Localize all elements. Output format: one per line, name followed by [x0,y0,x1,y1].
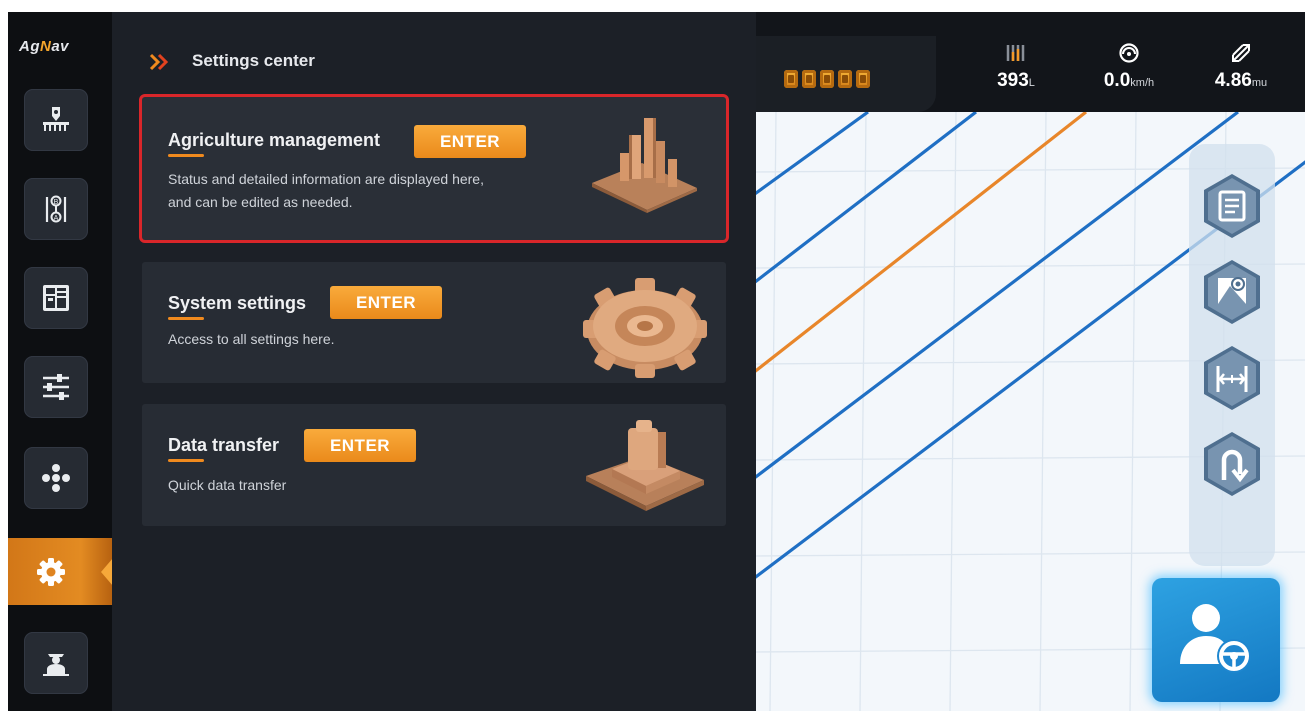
status-bar: 393L 0.0km/h 4.86mu [756,12,1305,112]
operator-icon [43,654,69,676]
satellite-icon [42,464,70,492]
settings-panel: Settings center Agriculture management E… [112,12,756,711]
card-title: System settings [168,293,306,320]
agnav-logo: AgNav [19,38,70,55]
gear-icon [37,558,65,586]
sliders-icon [43,374,69,400]
driver-steering-icon [1180,604,1251,673]
sidebar-item-operator[interactable] [24,632,88,694]
implement-width-icon[interactable] [1200,342,1264,414]
card-description: Status and detailed information are disp… [168,171,484,210]
gear-3d-icon [583,278,707,378]
data-transfer-3d-icon [586,420,704,511]
enter-button-system[interactable]: ENTER [330,286,442,319]
sidebar-item-implement[interactable] [24,89,88,151]
svg-text:A: A [54,215,59,222]
sidebar-item-satellite[interactable] [24,447,88,509]
tank-level-icon [1006,45,1025,61]
enter-button-data-transfer[interactable]: ENTER [304,429,416,462]
enter-button-agriculture[interactable]: ENTER [414,125,526,158]
card-description: Access to all settings here. [168,331,335,347]
sidebar-item-adjustments[interactable] [24,356,88,418]
guidance-lines-icon: B A [45,195,67,223]
sidebar-item-settings[interactable] [8,538,113,605]
implement-icon [43,107,69,131]
map-tool-rail [1189,144,1275,566]
map-location-icon[interactable] [1200,256,1264,328]
gps-signal-indicator [838,70,852,88]
guidance-line [756,112,869,196]
card-agriculture-management[interactable]: Agriculture management ENTER Status and … [142,97,726,240]
card-system-settings[interactable]: System settings ENTER Access to all sett… [142,262,726,383]
gps-signal-indicator [802,70,816,88]
card-title: Agriculture management [168,130,380,157]
double-chevron-icon [149,53,169,71]
tank-level-stat: 393L [981,42,1051,92]
screen: AgNav B A Settings center Agriculture ma… [8,12,1305,711]
field-grid-icon [43,285,69,311]
area-icon [1232,44,1250,62]
sidebar-item-fields[interactable] [24,267,88,329]
gps-signal-indicator [784,70,798,88]
card-data-transfer[interactable]: Data transfer ENTER Quick data transfer [142,404,726,526]
card-description: Quick data transfer [168,477,287,493]
card-title: Data transfer [168,435,279,462]
area-stat: 4.86mu [1200,42,1282,92]
sidebar-item-guidance[interactable]: B A [24,178,88,240]
speedometer-icon [1119,43,1139,63]
page-title: Settings center [192,51,315,70]
gps-signal-indicator [856,70,870,88]
speed-stat: 0.0km/h [1084,42,1174,92]
edit-line-icon[interactable] [1200,170,1264,242]
u-turn-icon[interactable] [1200,428,1264,500]
gps-signal-indicator [820,70,834,88]
svg-text:B: B [54,199,59,206]
sidebar: AgNav B A [8,12,113,711]
auto-steer-button[interactable] [1152,578,1280,702]
bar-chart-3d-icon [592,118,697,213]
